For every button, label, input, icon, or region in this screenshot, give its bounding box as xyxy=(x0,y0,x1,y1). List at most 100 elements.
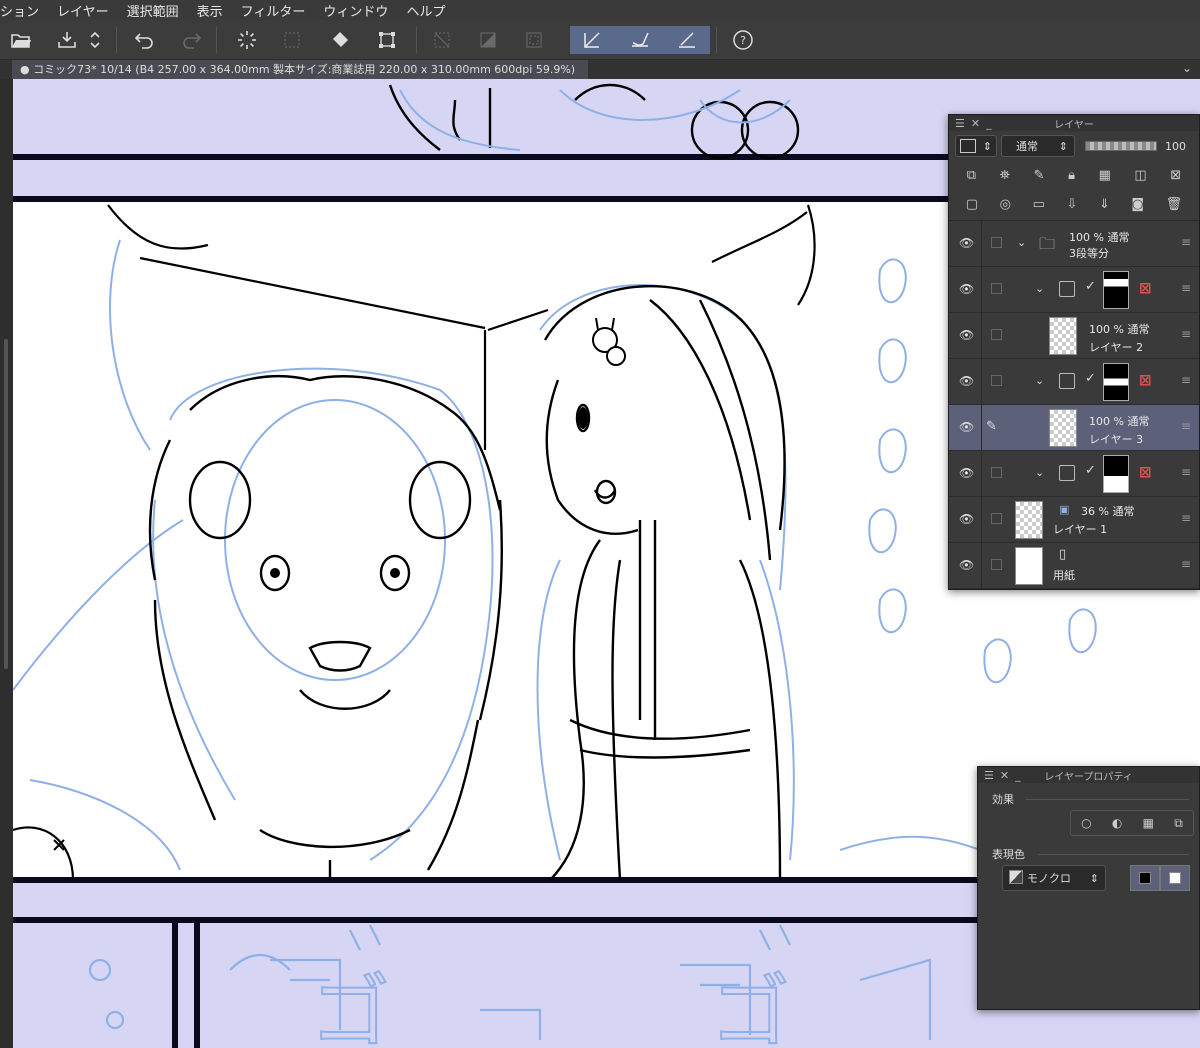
help-icon[interactable]: ? xyxy=(728,26,758,54)
white-color-swatch[interactable] xyxy=(1160,865,1190,891)
drag-handle-icon[interactable]: ≡ xyxy=(1181,327,1191,341)
layer-row-layer1[interactable]: 👁︎ ▣ 36 % 通常 レイヤー 1 ≡ xyxy=(949,497,1199,543)
ruler-display-icon[interactable]: ⊠ xyxy=(1170,168,1181,183)
black-color-swatch[interactable] xyxy=(1130,865,1160,891)
transform-icon[interactable] xyxy=(372,26,402,54)
expression-color-select[interactable]: モノクロ ⇕ xyxy=(1002,865,1106,891)
layer-row-layer3[interactable]: 👁︎ ✎ 100 % 通常 レイヤー 3 ≡ xyxy=(949,405,1199,451)
eye-icon[interactable]: 👁︎ xyxy=(959,282,974,296)
layer-name: レイヤー 2 xyxy=(1089,341,1144,354)
chevron-down-icon[interactable]: ⌄ xyxy=(1035,282,1044,295)
expand-selection-icon[interactable] xyxy=(520,26,550,54)
eye-icon[interactable]: 👁︎ xyxy=(959,374,974,388)
mask-disabled-icon[interactable]: ⊠ xyxy=(1139,371,1152,389)
menu-view[interactable]: 表示 xyxy=(188,1,232,20)
layer-color-select[interactable]: ⇕ xyxy=(955,135,997,157)
eye-icon[interactable]: 👁︎ xyxy=(959,558,974,572)
layer-row-frame-1[interactable]: 👁︎ ⌄ ✓ ⊠ ≡ xyxy=(949,267,1199,313)
expression-color-row: モノクロ ⇕ xyxy=(978,863,1199,893)
document-tab[interactable]: ● コミック73* 10/14 (B4 257.00 x 364.00mm 製本… xyxy=(12,60,588,79)
reference-layer-icon[interactable]: ⛯ xyxy=(1000,168,1010,183)
menu-window[interactable]: ウィンドウ xyxy=(314,1,397,20)
drag-handle-icon[interactable]: ≡ xyxy=(1181,557,1191,571)
new-vector-layer-icon[interactable]: ◎ xyxy=(1000,197,1011,212)
undo-icon[interactable] xyxy=(130,26,160,54)
chevron-down-icon[interactable]: ⌄ xyxy=(1017,236,1026,249)
effect-row: ○ ◐ ▦ ⧉ xyxy=(978,808,1199,838)
drag-handle-icon[interactable]: ≡ xyxy=(1181,281,1191,295)
eye-icon[interactable]: 👁︎ xyxy=(959,420,974,434)
selection-off-icon[interactable] xyxy=(428,26,458,54)
eye-icon[interactable]: 👁︎ xyxy=(959,512,974,526)
drag-handle-icon[interactable]: ≡ xyxy=(1181,419,1191,433)
chevron-updown-icon[interactable] xyxy=(86,26,104,54)
extract-line-icon[interactable]: ◐ xyxy=(1112,816,1122,830)
layer-select-checkbox[interactable] xyxy=(991,375,1002,386)
eye-icon[interactable]: 👁︎ xyxy=(959,466,974,480)
layer-row-frame-2[interactable]: 👁︎ ⌄ ✓ ⊠ ≡ xyxy=(949,359,1199,405)
layer-color-icon[interactable]: ⧉ xyxy=(1174,816,1183,831)
lock-icon[interactable]: 🔒︎ xyxy=(1068,168,1075,183)
layer-panel-controls: ⇕ 通常 ⇕ 100 xyxy=(949,131,1199,161)
fill-icon[interactable] xyxy=(326,26,356,54)
create-mask-icon[interactable]: ◙ xyxy=(1131,197,1144,212)
chevron-down-icon[interactable]: ⌄ xyxy=(1182,61,1192,75)
new-folder-icon[interactable]: ▭ xyxy=(1033,197,1045,212)
layer-select-checkbox[interactable] xyxy=(991,559,1002,570)
snap-brush-icon[interactable] xyxy=(616,26,664,54)
border-effect-icon[interactable]: ○ xyxy=(1081,816,1091,830)
save-icon[interactable] xyxy=(52,26,82,54)
layer-select-checkbox[interactable] xyxy=(991,467,1002,478)
sfx-text-1: ゴ xyxy=(310,966,390,1048)
property-panel-titlebar[interactable]: ☰ ✕ _ レイヤープロパティ xyxy=(978,767,1199,783)
layer-row-layer2[interactable]: 👁︎ 100 % 通常 レイヤー 2 ≡ xyxy=(949,313,1199,359)
folder-open-icon[interactable] xyxy=(6,26,36,54)
draft-layer-icon[interactable]: ✎ xyxy=(1034,168,1045,183)
menu-animation[interactable]: ション xyxy=(0,1,48,20)
opacity-value[interactable]: 100 xyxy=(1165,140,1186,153)
layer-row-paper[interactable]: 👁︎ ▯ 用紙 ≡ xyxy=(949,543,1199,589)
selection-clear-icon[interactable] xyxy=(278,26,308,54)
chevron-down-icon[interactable]: ⌄ xyxy=(1035,374,1044,387)
transfer-down-icon[interactable]: ⇩ xyxy=(1066,197,1077,212)
toolbar-divider xyxy=(716,27,717,53)
invert-selection-icon[interactable] xyxy=(474,26,504,54)
blend-mode-select[interactable]: 通常 ⇕ xyxy=(1001,135,1075,157)
redo-icon[interactable] xyxy=(176,26,206,54)
clear-icon[interactable] xyxy=(232,26,262,54)
chevron-down-icon[interactable]: ⌄ xyxy=(1035,466,1044,479)
layer-row-folder[interactable]: 👁︎ ⌄ 🗀 100 % 通常 3段等分 ≡ xyxy=(949,221,1199,267)
layer-options-row: ⧉ ⛯ ✎ 🔒︎ ▦ ◫ ⊠ xyxy=(949,161,1199,189)
clip-below-icon[interactable]: ⧉ xyxy=(967,168,976,183)
menu-selection[interactable]: 選択範囲 xyxy=(118,1,188,20)
mask-disabled-icon[interactable]: ⊠ xyxy=(1139,279,1152,297)
drag-handle-icon[interactable]: ≡ xyxy=(1181,373,1191,387)
opacity-slider[interactable] xyxy=(1085,141,1157,151)
drag-handle-icon[interactable]: ≡ xyxy=(1181,465,1191,479)
drag-handle-icon[interactable]: ≡ xyxy=(1181,511,1191,525)
dock-scrollbar[interactable] xyxy=(4,339,8,669)
mask-enable-icon[interactable]: ◫ xyxy=(1134,168,1146,183)
trash-icon[interactable]: 🗑︎ xyxy=(1166,197,1183,212)
snap-grid-icon[interactable] xyxy=(664,26,710,54)
layer-select-checkbox[interactable] xyxy=(991,283,1002,294)
menu-filter[interactable]: フィルター xyxy=(232,1,315,20)
snap-ruler-icon[interactable] xyxy=(570,26,616,54)
menu-layer[interactable]: レイヤー xyxy=(48,1,118,20)
layer-row-frame-3[interactable]: 👁︎ ⌄ ✓ ⊠ ≡ xyxy=(949,451,1199,497)
eye-icon[interactable]: 👁︎ xyxy=(959,328,974,342)
layer-panel-titlebar[interactable]: ☰ ✕ _ レイヤー xyxy=(949,115,1199,131)
left-dock xyxy=(0,79,13,1048)
layer-select-checkbox[interactable] xyxy=(991,513,1002,524)
mask-disabled-icon[interactable]: ⊠ xyxy=(1139,463,1152,481)
lock-transparency-icon[interactable]: ▦ xyxy=(1099,168,1111,183)
layer-select-checkbox[interactable] xyxy=(991,237,1002,248)
check-icon: ✓ xyxy=(1085,371,1096,386)
tone-effect-icon[interactable]: ▦ xyxy=(1143,816,1154,830)
layer-select-checkbox[interactable] xyxy=(991,329,1002,340)
eye-icon[interactable]: 👁︎ xyxy=(959,236,974,250)
merge-down-icon[interactable]: ⇓ xyxy=(1099,197,1110,212)
new-raster-layer-icon[interactable]: ▢ xyxy=(966,197,978,212)
drag-handle-icon[interactable]: ≡ xyxy=(1181,235,1191,249)
menu-help[interactable]: ヘルプ xyxy=(397,1,454,20)
